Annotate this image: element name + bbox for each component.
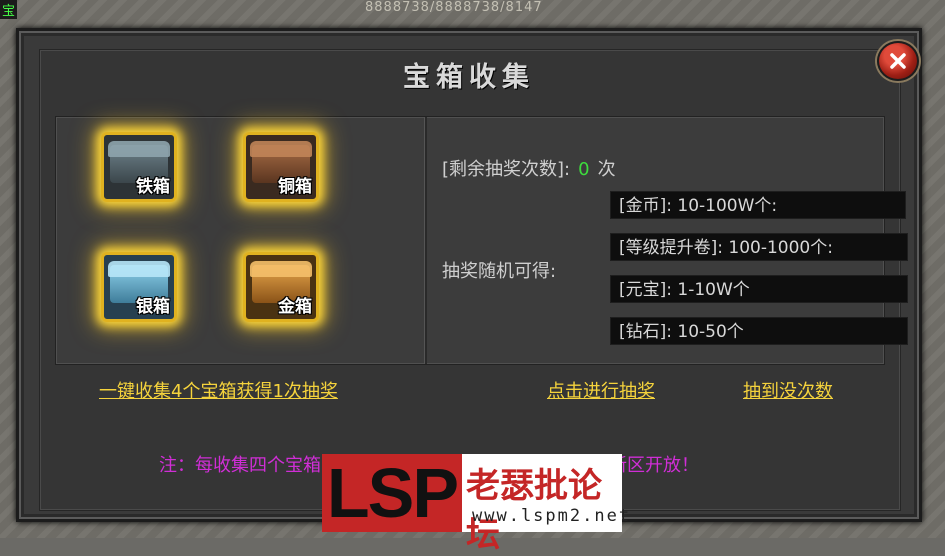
chest-lid [108, 141, 170, 157]
reward-level-scroll: [等级提升卷]: 100-1000个: [610, 233, 908, 261]
bg-corner-label: 宝 [0, 0, 18, 19]
content-panel: 铁箱 铜箱 银箱 金箱 [剩余抽奖次数]: 0 次 抽奖随机可得: [金币]: 10… [55, 116, 908, 365]
chest-copper[interactable]: 铜箱 [243, 132, 319, 202]
draw-until-empty-link[interactable]: 抽到没次数 [743, 377, 833, 403]
chest-gold[interactable]: 金箱 [243, 252, 319, 322]
watermark-url: www.lspm2.net [472, 506, 632, 526]
close-button[interactable] [877, 41, 919, 81]
panel-divider [424, 117, 427, 364]
chest-label: 铜箱 [278, 177, 312, 197]
watermark-logo: LSP [322, 454, 462, 532]
bg-hp-text: 8888738/8888738/8147 [365, 0, 543, 15]
chest-label: 铁箱 [136, 177, 170, 197]
chest-silver[interactable]: 银箱 [101, 252, 177, 322]
chest-lid [250, 261, 312, 277]
draw-link[interactable]: 点击进行抽奖 [547, 377, 655, 403]
reward-gold-coins: [金币]: 10-100W个: [610, 191, 906, 219]
remaining-count: 0 [578, 159, 590, 180]
chest-iron[interactable]: 铁箱 [101, 132, 177, 202]
watermark: LSP 老瑟批论坛 www.lspm2.net [322, 454, 629, 555]
chest-collection-dialog: 宝箱收集 铁箱 铜箱 银箱 金箱 [剩余抽奖次数]: 0 次 抽奖随机可得: [… [16, 28, 922, 522]
reward-yuanbao: [元宝]: 1-10W个 [610, 275, 908, 303]
chest-lid [250, 141, 312, 157]
chest-label: 金箱 [278, 297, 312, 317]
reward-diamond: [钻石]: 10-50个 [610, 317, 908, 345]
chest-label: 银箱 [136, 297, 170, 317]
collect-all-link[interactable]: 一键收集4个宝箱获得1次抽奖 [99, 377, 338, 403]
remaining-unit: 次 [597, 159, 616, 180]
remaining-draws: [剩余抽奖次数]: 0 次 [442, 155, 616, 181]
random-rewards-label: 抽奖随机可得: [442, 261, 557, 282]
close-icon [890, 53, 906, 69]
remaining-label: [剩余抽奖次数]: [442, 159, 571, 180]
chest-lid [108, 261, 170, 277]
dialog-title: 宝箱收集 [403, 62, 535, 93]
